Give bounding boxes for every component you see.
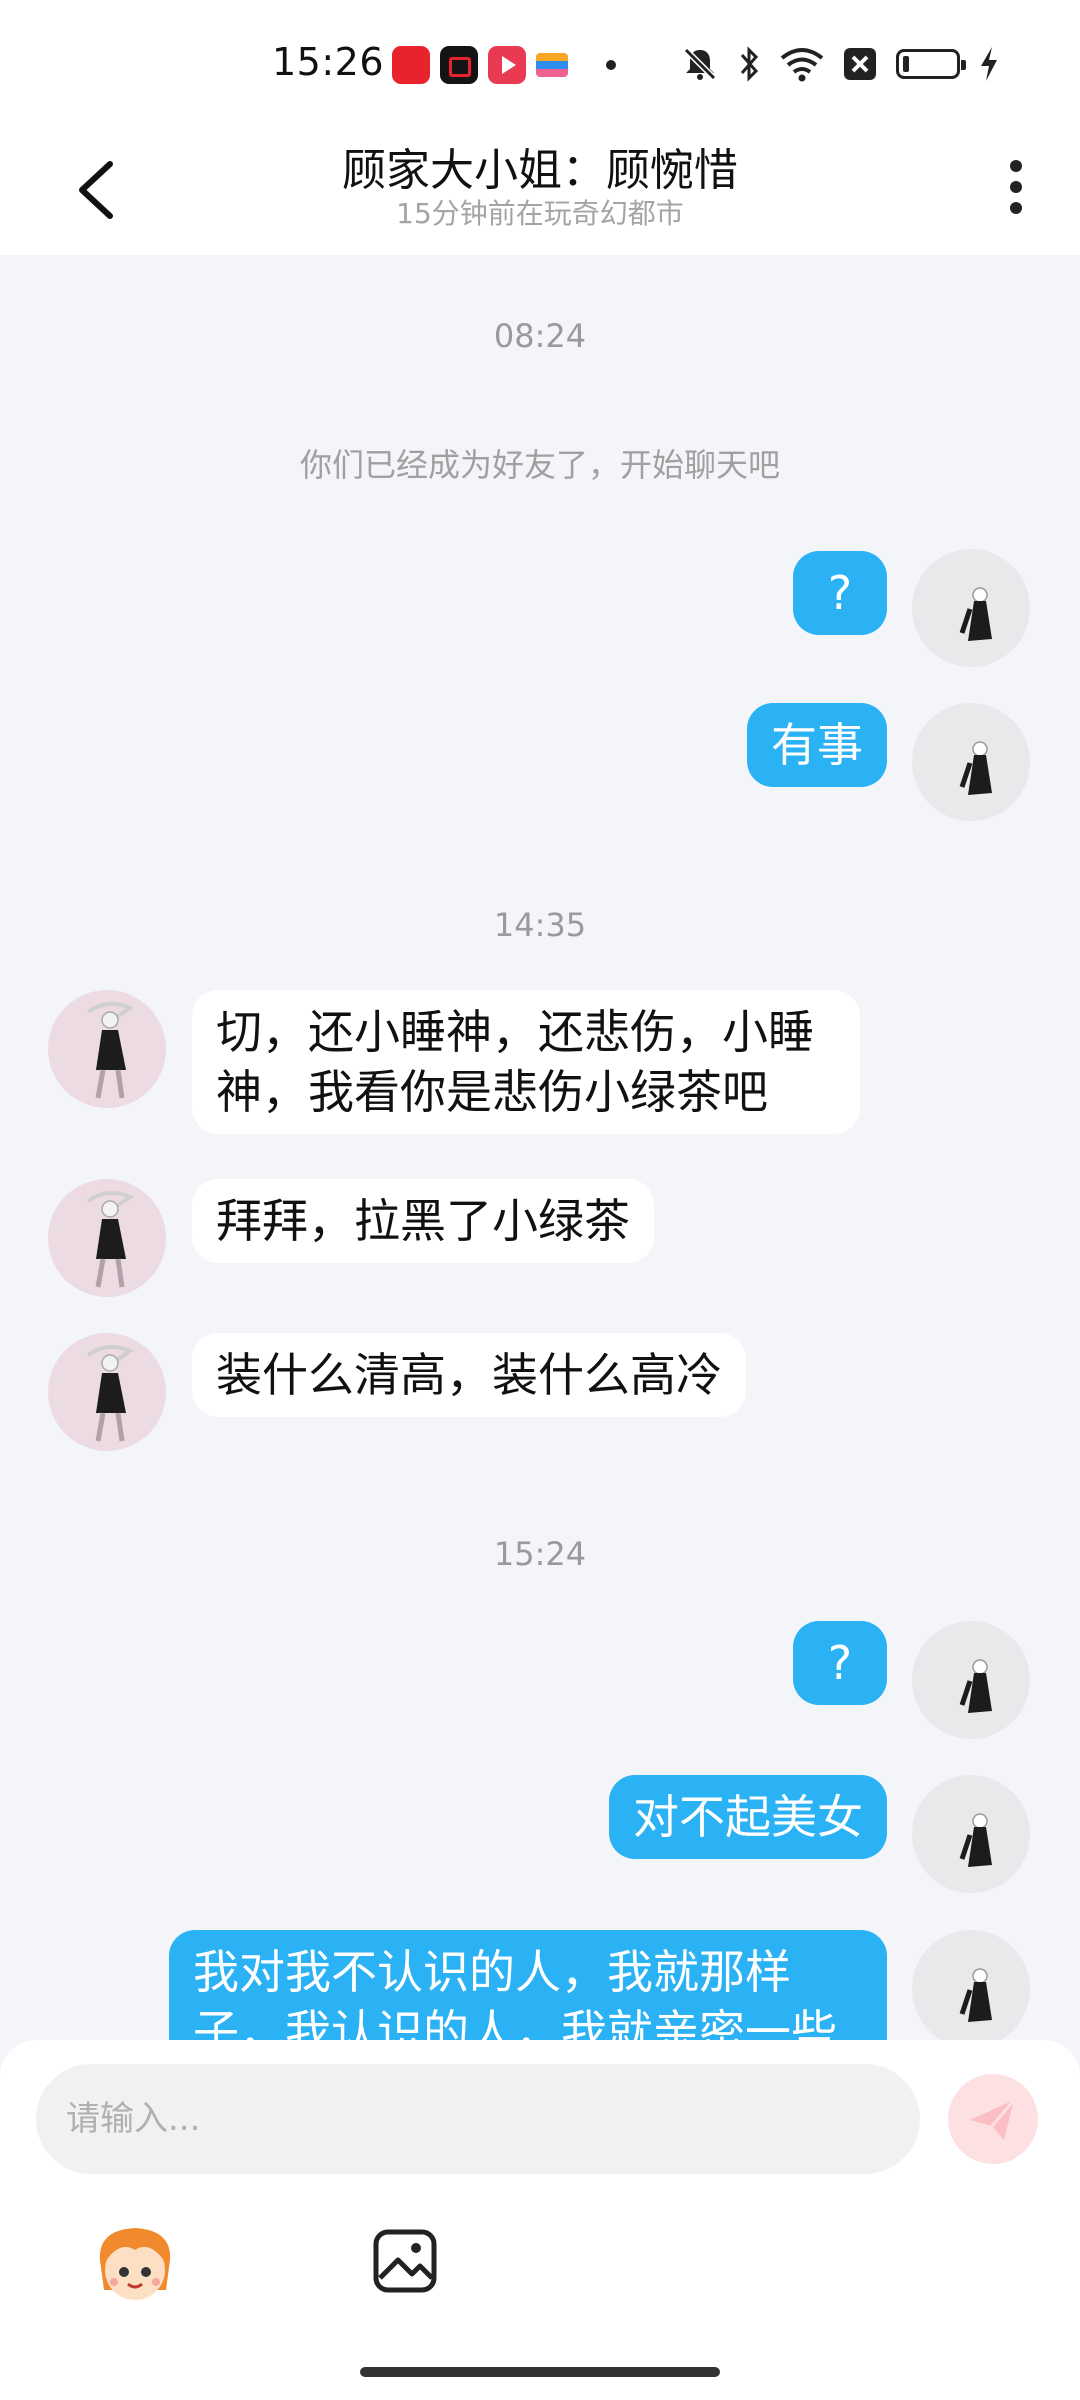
chat-area[interactable]: 08:24 你们已经成为好友了，开始聊天吧 ? 有事 14:35 切，还小睡神，… <box>0 255 1080 2045</box>
message-bubble-outgoing[interactable]: 对不起美女 <box>609 1775 887 1859</box>
timestamp: 15:24 <box>493 1535 587 1573</box>
image-icon[interactable] <box>370 2226 440 2296</box>
send-button[interactable] <box>948 2074 1038 2164</box>
screen-record-icon <box>440 46 478 84</box>
message-text: 装什么清高，装什么高冷 <box>216 1348 722 1402</box>
message-bubble-incoming[interactable]: 切，还小睡神，还悲伤，小睡 神，我看你是悲伤小绿茶吧 <box>192 990 860 1134</box>
app-icon-red <box>392 46 430 84</box>
message-bubble-incoming[interactable]: 拜拜，拉黑了小绿茶 <box>192 1179 654 1263</box>
avatar[interactable] <box>912 1621 1030 1739</box>
status-bar: 15:26 <box>0 0 1080 130</box>
system-message: 你们已经成为好友了，开始聊天吧 <box>299 446 780 484</box>
status-time: 15:26 <box>272 40 385 84</box>
avatar[interactable] <box>912 549 1030 667</box>
input-panel <box>0 2040 1080 2400</box>
message-bubble-incoming[interactable]: 装什么清高，装什么高冷 <box>192 1333 746 1417</box>
chat-subtitle: 15分钟前在玩奇幻都市 <box>396 197 684 230</box>
message-text: 子，我认识的人，我就亲密一些 <box>193 2005 837 2045</box>
message-text: ? <box>827 566 853 620</box>
message-bubble-outgoing[interactable]: ? <box>793 551 887 635</box>
message-bubble-outgoing[interactable]: ? <box>793 1621 887 1705</box>
notification-icons <box>392 46 616 84</box>
avatar[interactable] <box>48 1179 166 1297</box>
message-text: 拜拜，拉黑了小绿茶 <box>216 1194 630 1248</box>
avatar-figure-icon <box>959 1968 992 2022</box>
sim-off-icon <box>844 48 876 80</box>
home-indicator[interactable] <box>360 2367 720 2377</box>
avatar[interactable] <box>912 1775 1030 1893</box>
message-text: 我对我不认识的人，我就那样 <box>193 1945 791 1999</box>
emoji-icon[interactable] <box>90 2220 180 2310</box>
chat-title: 顾家大小姐：顾惋惜 <box>342 145 738 196</box>
avatar-figure-icon <box>959 741 992 795</box>
bluetooth-icon <box>740 46 759 82</box>
avatar-figure-icon <box>959 587 992 641</box>
avatar[interactable] <box>48 990 166 1108</box>
message-text: 神，我看你是悲伤小绿茶吧 <box>216 1065 768 1119</box>
timestamp: 08:24 <box>493 317 587 355</box>
battery-icon <box>896 49 966 79</box>
avatar-figure-icon <box>959 1659 992 1713</box>
mute-icon <box>683 47 717 81</box>
message-bubble-outgoing[interactable]: 我对我不认识的人，我就那样 子，我认识的人，我就亲密一些 <box>169 1930 887 2045</box>
message-bubble-outgoing[interactable]: 有事 <box>747 703 887 787</box>
send-icon <box>970 2099 1016 2140</box>
timestamp: 14:35 <box>493 906 587 944</box>
message-text: 对不起美女 <box>633 1790 863 1844</box>
more-options-icon[interactable] <box>996 152 1036 222</box>
dot-icon <box>606 60 616 70</box>
multicolor-app-icon <box>536 53 568 77</box>
message-input[interactable] <box>36 2064 920 2174</box>
video-app-icon <box>488 46 526 84</box>
avatar[interactable] <box>912 1930 1030 2045</box>
avatar[interactable] <box>912 703 1030 821</box>
avatar[interactable] <box>48 1333 166 1451</box>
message-text: 有事 <box>771 718 863 772</box>
system-icons <box>680 44 1000 84</box>
avatar-figure-icon <box>86 1344 135 1442</box>
avatar-figure-icon <box>959 1813 992 1867</box>
wifi-icon <box>780 48 824 82</box>
message-text: 切，还小睡神，还悲伤，小睡 <box>216 1005 814 1059</box>
charging-icon <box>981 47 997 81</box>
chat-header: 顾家大小姐：顾惋惜 15分钟前在玩奇幻都市 <box>0 130 1080 255</box>
avatar-figure-icon <box>86 1001 135 1099</box>
message-text: ? <box>827 1636 853 1690</box>
avatar-figure-icon <box>86 1190 135 1288</box>
